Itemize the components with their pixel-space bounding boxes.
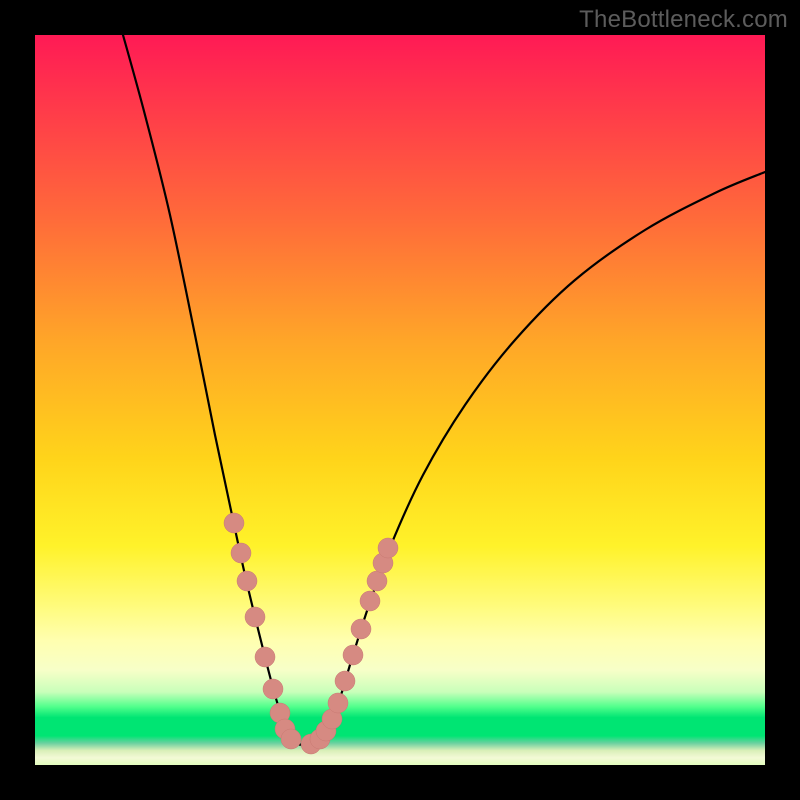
curve-left-branch bbox=[123, 35, 288, 737]
curve-right-branch bbox=[325, 172, 765, 737]
data-bead bbox=[351, 619, 371, 639]
data-bead bbox=[335, 671, 355, 691]
beads-right-group bbox=[301, 538, 398, 754]
data-bead bbox=[343, 645, 363, 665]
data-bead bbox=[224, 513, 244, 533]
data-bead bbox=[245, 607, 265, 627]
beads-left-group bbox=[224, 513, 301, 749]
watermark-text: TheBottleneck.com bbox=[579, 6, 788, 34]
data-bead bbox=[281, 729, 301, 749]
chart-frame: TheBottleneck.com bbox=[0, 0, 800, 800]
curve-svg bbox=[35, 35, 765, 765]
data-bead bbox=[360, 591, 380, 611]
data-bead bbox=[263, 679, 283, 699]
data-bead bbox=[328, 693, 348, 713]
data-bead bbox=[237, 571, 257, 591]
data-bead bbox=[231, 543, 251, 563]
data-bead bbox=[367, 571, 387, 591]
plot-area bbox=[35, 35, 765, 765]
data-bead bbox=[378, 538, 398, 558]
data-bead bbox=[255, 647, 275, 667]
